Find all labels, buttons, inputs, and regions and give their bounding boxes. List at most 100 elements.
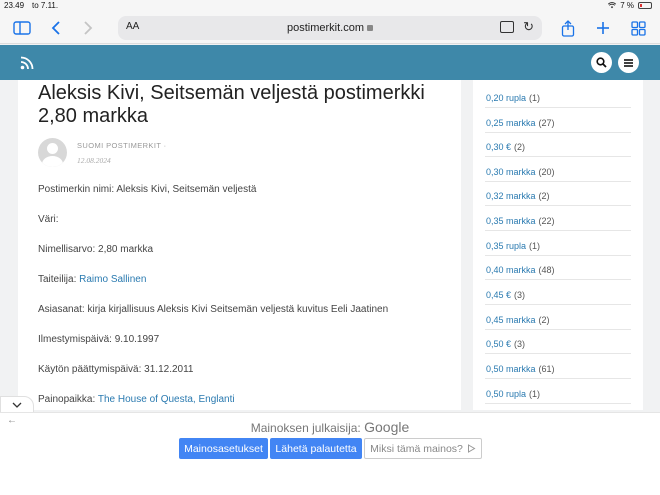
sidebar-item-label[interactable]: 0,35 rupla [486,241,526,251]
end-date-line: Käytön päättymispäivä: 31.12.2011 [38,364,193,375]
sidebar-item[interactable]: 0,40 markka (48) [485,255,631,280]
stamp-name-label: Postimerkin nimi: [38,184,115,195]
sidebar-item-count: (1) [529,241,541,251]
author-name[interactable]: SUOMI POSTIMERKIT [77,141,161,150]
color-line: Väri: [38,214,59,225]
sidebar-item[interactable]: 0,50 rupla (1) [485,379,631,404]
color-label: Väri: [38,214,59,225]
sidebar-item-count: (1) [529,389,541,399]
sidebar-item[interactable]: 0,45 markka (2) [485,305,631,330]
menu-icon[interactable] [618,52,639,73]
sidebar-value-list: 0,20 rupla (1) 0,25 markka (27) 0,30 € (2) … [473,80,643,410]
new-tab-icon[interactable] [591,16,615,40]
keywords-value: kirja kirjallisuus Aleksis Kivi Seitsemä… [87,304,389,315]
sidebar-item[interactable]: 0,32 markka (2) [485,181,631,206]
sidebar-item-label[interactable]: 0,50 € [486,339,511,349]
value-value: 2,80 markka [98,244,154,255]
sidebar-item[interactable]: 0,30 markka (20) [485,157,631,182]
sidebar-item-label[interactable]: 0,45 € [486,290,511,300]
sidebar-item-count: (48) [538,265,555,275]
why-this-ad-button[interactable]: Miksi tämä mainos? [364,438,482,459]
sidebar-item[interactable]: 0,30 € (2) [485,132,631,157]
share-icon[interactable] [556,16,580,40]
battery-icon [638,2,652,9]
lock-icon [367,25,374,31]
sidebar-item-count: (20) [538,167,555,177]
sidebar-item-count: (2) [538,315,550,325]
value-line: Nimellisarvo: 2,80 markka [38,244,153,255]
ad-publisher-line: Mainoksen julkaisija: Google [0,419,660,435]
tabs-overview-icon[interactable] [626,16,650,40]
extension-icon[interactable] [500,21,514,33]
end-date-value: 31.12.2011 [144,364,194,375]
keywords-label: Asiasanat: [38,304,85,315]
sidebar-item-label[interactable]: 0,30 markka [486,167,536,177]
sidebar-item-count: (3) [514,339,526,349]
status-date: to 7.11. [32,1,59,10]
artist-line: Taiteilija: Raimo Sallinen [38,274,146,285]
artist-label: Taiteilija: [38,274,77,285]
sidebar-item-count: (2) [514,142,526,152]
end-date-label: Käytön päättymispäivä: [38,364,142,375]
site-header [0,45,660,80]
sidebar-item[interactable]: 0,50 markka (61) [485,354,631,379]
printer-link[interactable]: The House of Questa, Englanti [98,394,235,405]
sidebar-toggle-icon[interactable] [10,16,34,40]
search-icon[interactable] [591,52,612,73]
sidebar-item-label[interactable]: 0,40 markka [486,265,536,275]
sidebar-item-count: (3) [514,290,526,300]
rss-icon[interactable] [20,56,34,70]
keywords-line: Asiasanat: kirja kirjallisuus Aleksis Ki… [38,304,388,315]
status-right: 7 % [608,1,652,10]
browser-toolbar: AA postimerkit.com ↻ [0,12,660,44]
ad-feedback-button[interactable]: Lähetä palautetta [270,438,362,459]
why-this-ad-label: Miksi tämä mainos? [370,442,463,455]
stamp-name-line: Postimerkin nimi: Aleksis Kivi, Seitsemä… [38,184,256,195]
back-icon[interactable] [44,16,68,40]
sidebar-item-label[interactable]: 0,50 markka [486,364,536,374]
sidebar-item[interactable]: 0,45 € (3) [485,280,631,305]
sidebar-item-count: (61) [538,364,555,374]
sidebar-item[interactable]: 0,20 rupla (1) [485,83,631,108]
printer-line: Painopaikka: The House of Questa, Englan… [38,394,235,405]
sidebar-item-label[interactable]: 0,25 markka [486,118,536,128]
sidebar-item-label[interactable]: 0,30 € [486,142,511,152]
address-bar[interactable]: AA postimerkit.com ↻ [118,16,542,40]
value-label: Nimellisarvo: [38,244,96,255]
issue-date-value: 9.10.1997 [114,334,160,345]
forward-icon[interactable] [76,16,100,40]
ad-banner: ← Mainoksen julkaisija: Google Mainosase… [0,412,660,495]
sidebar-item-label[interactable]: 0,45 markka [486,315,536,325]
author-separator: · [163,141,167,150]
sidebar-item-label[interactable]: 0,50 rupla [486,389,526,399]
ad-settings-button[interactable]: Mainosasetukset [179,438,268,459]
sidebar-item-label[interactable]: 0,35 markka [486,216,536,226]
wifi-icon [608,2,617,9]
artist-link[interactable]: Raimo Sallinen [79,274,146,285]
url-domain: postimerkit.com [286,22,365,34]
sidebar-item[interactable]: 0,35 rupla (1) [485,231,631,256]
publish-date: 12.08.2024 [77,156,111,165]
url-text: postimerkit.com [118,22,542,34]
sidebar-item-label[interactable]: 0,32 markka [486,191,536,201]
issue-date-label: Ilmestymispäivä: [38,334,112,345]
reload-icon[interactable]: ↻ [523,19,534,35]
battery-percent: 7 % [620,1,634,10]
article-card: Aleksis Kivi, Seitsemän veljestä postime… [18,80,461,410]
sidebar-item-count: (2) [538,191,550,201]
stamp-name-value: Aleksis Kivi, Seitsemän veljestä [116,184,257,195]
sidebar-item-label[interactable]: 0,20 rupla [486,93,526,103]
collapse-ad-button[interactable] [0,396,34,413]
status-bar: 23.49 to 7.11. 7 % [0,0,660,12]
sidebar-item[interactable]: 0,35 markka (22) [485,206,631,231]
chevron-down-icon [12,402,22,408]
sidebar-item[interactable]: 0,25 markka (27) [485,108,631,133]
avatar [38,138,67,167]
author-line: SUOMI POSTIMERKIT · [77,141,167,150]
sidebar-item[interactable]: 0,50 € (3) [485,329,631,354]
google-logo: Google [364,419,410,435]
article-title: Aleksis Kivi, Seitsemän veljestä postime… [38,82,425,127]
sidebar-item-count: (27) [538,118,555,128]
sidebar-item-count: (1) [529,93,541,103]
ad-publisher-label: Mainoksen julkaisija: [250,421,361,435]
